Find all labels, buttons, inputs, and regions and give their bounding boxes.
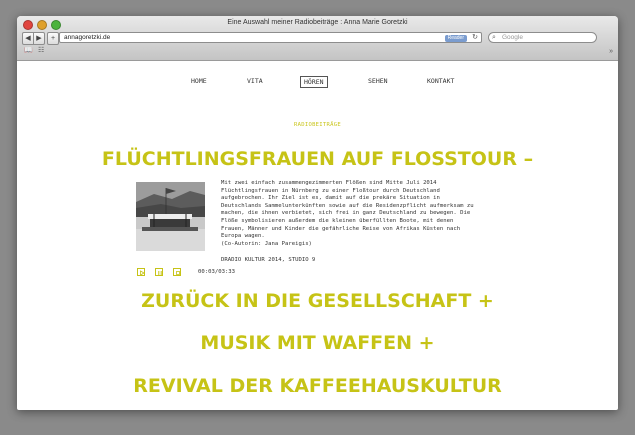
reload-icon[interactable]: ↻ <box>472 33 478 43</box>
play-button[interactable] <box>137 268 145 276</box>
play-icon <box>139 269 145 276</box>
featured-source: DRADIO KULTUR 2014, STUDIO 9 <box>221 257 316 263</box>
url-text[interactable]: annagoretzki.de <box>64 34 110 41</box>
bookmarks-overflow-icon[interactable]: » <box>609 46 613 57</box>
pause-button[interactable] <box>155 268 163 276</box>
page-content: HOME VITA HÖREN SEHEN KONTAKT RADIOBEITR… <box>17 61 618 410</box>
top-sites-icon[interactable]: ☷ <box>38 46 44 56</box>
reader-button[interactable]: Reader <box>444 34 467 42</box>
nav-item-hoeren[interactable]: HÖREN <box>300 76 328 88</box>
nav-item-sehen[interactable]: SEHEN <box>368 76 388 86</box>
search-field[interactable]: ⌕ Google <box>488 32 597 43</box>
address-bar[interactable]: annagoretzki.de Reader ↻ <box>59 32 482 43</box>
item-title-zurueck[interactable]: ZURÜCK IN DIE GESELLSCHAFT + <box>17 290 618 312</box>
site-navigation: HOME VITA HÖREN SEHEN KONTAKT <box>17 76 618 88</box>
bookmarks-bar: 📖 ☷ » <box>22 46 613 56</box>
browser-toolbar: Eine Auswahl meiner Radiobeiträge : Anna… <box>17 16 618 61</box>
navigation-row: ◀ ▶ + annagoretzki.de Reader ↻ ⌕ Google <box>22 32 613 45</box>
stop-button[interactable] <box>173 268 181 276</box>
raft-photo <box>136 182 205 251</box>
player-time: 00:03/03:33 <box>198 269 236 275</box>
pause-icon <box>157 270 162 275</box>
item-title-revival[interactable]: REVIVAL DER KAFFEEHAUSKULTUR <box>17 375 618 397</box>
nav-item-kontakt[interactable]: KONTAKT <box>427 76 454 86</box>
search-icon: ⌕ <box>492 34 496 41</box>
reading-list-icon[interactable]: 📖 <box>24 46 33 56</box>
item-title-musik[interactable]: MUSIK MIT WAFFEN + <box>17 332 618 354</box>
section-label: RADIOBEITRÄGE <box>294 122 341 128</box>
featured-description: Mit zwei einfach zusammengezimmerten Flö… <box>221 180 474 247</box>
browser-window: Eine Auswahl meiner Radiobeiträge : Anna… <box>17 16 618 410</box>
stop-icon <box>175 270 180 275</box>
forward-button[interactable]: ▶ <box>33 32 45 45</box>
search-placeholder[interactable]: Google <box>502 34 523 41</box>
add-bookmark-button[interactable]: + <box>47 32 59 45</box>
window-title: Eine Auswahl meiner Radiobeiträge : Anna… <box>227 19 408 26</box>
nav-item-vita[interactable]: VITA <box>247 76 263 86</box>
nav-item-home[interactable]: HOME <box>191 76 207 86</box>
featured-title[interactable]: FLÜCHTLINGSFRAUEN AUF FLOSSTOUR – <box>17 148 618 170</box>
